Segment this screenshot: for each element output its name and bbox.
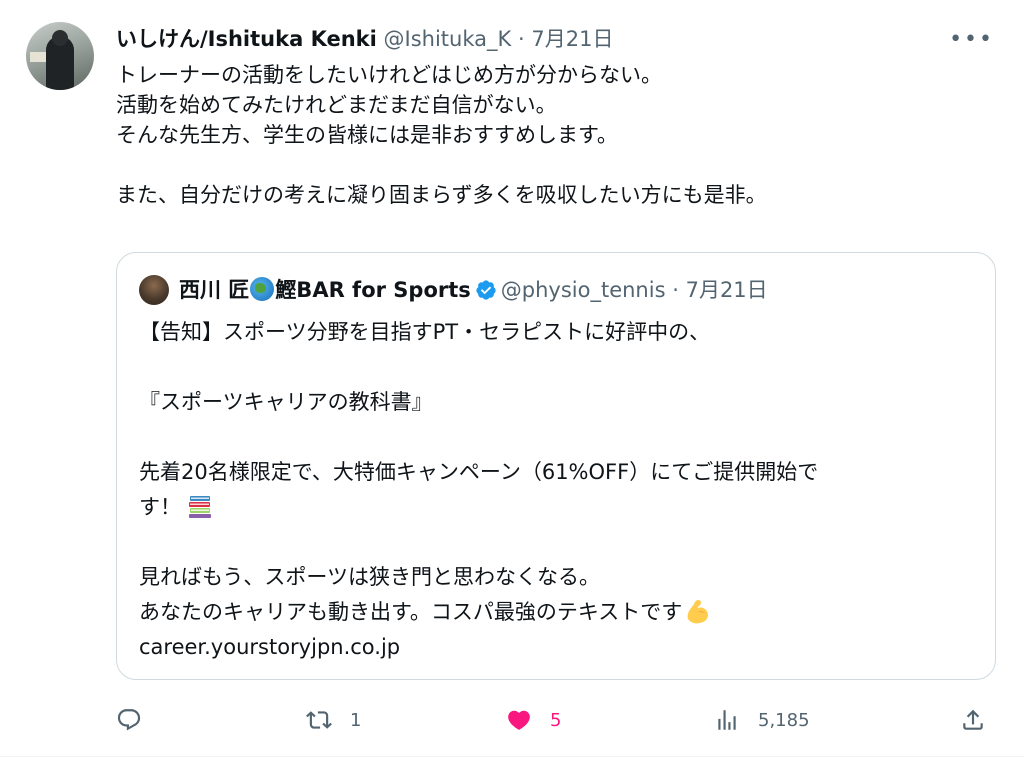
quoted-name-part2: 鰹BAR for Sports: [275, 278, 471, 302]
quoted-display-name[interactable]: 西川 匠 鰹BAR for Sports: [179, 277, 471, 302]
quoted-text-line: 先着20名様限定で、大特価キャンペーン（61%OFF）にてご提供開始で: [139, 460, 819, 484]
tweet-date[interactable]: 7月21日: [531, 27, 613, 51]
views-count: 5,185: [758, 709, 810, 731]
tweet-text-line: [116, 150, 976, 180]
quoted-text-line: 見ればもう、スポーツは狭き門と思わなくなる。: [139, 565, 600, 589]
quoted-link[interactable]: career.yourstoryjpn.co.jp: [139, 630, 979, 665]
quoted-name-part1: 西川 匠: [179, 278, 250, 302]
quoted-tweet-date[interactable]: 7月21日: [686, 278, 768, 302]
tweet-text-line: トレーナーの活動をしたいけれどはじめ方が分からない。: [116, 63, 662, 87]
quoted-author-avatar[interactable]: [139, 275, 169, 305]
reply-button[interactable]: [116, 702, 160, 738]
verified-badge-icon: [476, 280, 496, 300]
tweet-text-line: また、自分だけの考えに凝り固まらず多くを吸収したい方にも是非。: [116, 183, 767, 207]
quoted-text-line-with-emoji: あなたのキャリアも動き出す。コスパ最強のテキストです: [139, 595, 979, 630]
quoted-text-line: 『スポーツキャリアの教科書』: [139, 390, 433, 414]
retweet-count: 1: [350, 709, 362, 731]
avatar-sign: [30, 52, 46, 62]
author-avatar[interactable]: [26, 22, 94, 90]
tweet-divider: [0, 756, 1024, 757]
quoted-text-line: [139, 350, 979, 385]
share-button[interactable]: [960, 702, 986, 738]
quoted-tweet-header: 西川 匠 鰹BAR for Sports @physio_tennis · 7月2…: [179, 275, 768, 305]
quoted-text-line: [139, 420, 979, 455]
handle[interactable]: @Ishituka_K: [384, 27, 512, 51]
reply-icon: [117, 709, 141, 731]
display-name[interactable]: いしけん/Ishituka Kenki: [116, 27, 377, 51]
separator-dot: ·: [672, 278, 679, 302]
globe-icon: [250, 277, 275, 301]
separator-dot: ·: [517, 27, 525, 51]
tweet-text-line: そんな先生方、学生の皆様には是非おすすめします。: [116, 123, 618, 147]
tweet-text: トレーナーの活動をしたいけれどはじめ方が分からない。 活動を始めてみたけれどまだ…: [116, 60, 976, 210]
quoted-text-line: 【告知】スポーツ分野を目指すPT・セラピストに好評中の、: [139, 320, 711, 344]
avatar-head: [52, 30, 68, 46]
views-analytics-icon: [718, 710, 736, 730]
flexed-biceps-emoji-icon: [687, 600, 709, 624]
tweet-header: いしけん/Ishituka Kenki @Ishituka_K · 7月21日: [116, 24, 944, 54]
share-icon: [963, 709, 983, 730]
quoted-text-fragment: す！: [139, 495, 181, 519]
like-button[interactable]: 5: [506, 702, 561, 738]
views-button[interactable]: 5,185: [714, 702, 810, 738]
quoted-tweet-text: 【告知】スポーツ分野を目指すPT・セラピストに好評中の、 『スポーツキャリアの教…: [139, 315, 979, 665]
tweet-text-line: 活動を始めてみたけれどまだまだ自信がない。: [116, 93, 557, 117]
quoted-text-line: [139, 525, 979, 560]
more-options-icon[interactable]: •••: [949, 29, 994, 51]
tweet-action-bar: 1 5 5,185: [116, 702, 996, 738]
quoted-tweet[interactable]: 西川 匠 鰹BAR for Sports @physio_tennis · 7月2…: [116, 252, 996, 680]
retweet-button[interactable]: 1: [306, 702, 361, 738]
heart-icon: [508, 710, 530, 730]
like-count: 5: [550, 709, 562, 731]
quoted-text-line-with-emoji: す！: [139, 490, 979, 525]
quoted-handle[interactable]: @physio_tennis: [501, 278, 666, 302]
retweet-icon: [306, 711, 332, 729]
books-emoji-icon: [189, 496, 211, 518]
quoted-text-fragment: あなたのキャリアも動き出す。コスパ最強のテキストです: [139, 600, 683, 624]
